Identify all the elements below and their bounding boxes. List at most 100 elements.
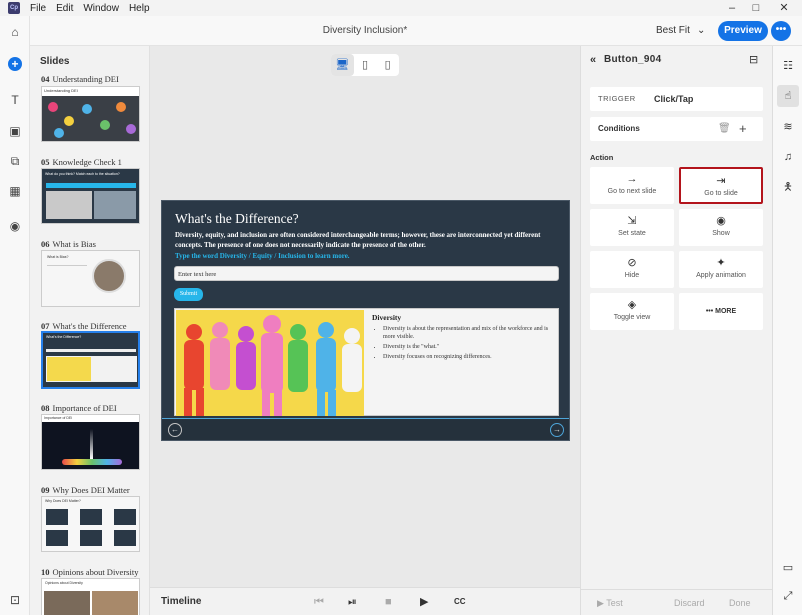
- next-slide-button[interactable]: →: [550, 423, 564, 437]
- conditions-label: Conditions: [598, 124, 640, 133]
- add-icon[interactable]: +: [8, 57, 22, 71]
- header-bar: Diversity Inclusion* Best Fit ⌄ Preview …: [0, 16, 802, 46]
- list-item: Diversity is the "what.": [383, 343, 553, 351]
- set-state-icon: ⇲: [627, 215, 637, 227]
- back-icon[interactable]: «: [590, 46, 596, 74]
- paper-people-figures: [176, 310, 364, 416]
- monitor-icon[interactable]: ⊟: [749, 46, 758, 74]
- trigger-row[interactable]: TRIGGER Click/Tap: [590, 87, 763, 111]
- action-go-to-next-slide[interactable]: → Go to next slide: [590, 167, 674, 204]
- action-toggle-view[interactable]: ◈ Toggle view: [590, 293, 674, 330]
- text-icon[interactable]: T: [0, 93, 30, 107]
- media-icon[interactable]: ▣: [0, 124, 30, 138]
- more-options-button[interactable]: •••: [771, 21, 791, 41]
- book-icon[interactable]: ⊡: [0, 593, 30, 607]
- action-set-state[interactable]: ⇲ Set state: [590, 209, 674, 246]
- zoom-select[interactable]: Best Fit: [656, 16, 690, 46]
- more-dots-icon: •••: [705, 308, 714, 315]
- menu-window[interactable]: Window: [83, 3, 119, 14]
- timeline-bar: Timeline ⏮ ⏯ ■ ▶ CC: [150, 587, 580, 615]
- slide-label-10: 10 Opinions about Diversity: [41, 567, 139, 577]
- eye-icon: ◉: [716, 215, 726, 227]
- document-title: Diversity Inclusion*: [322, 25, 408, 36]
- slide-thumb-09[interactable]: Why Does DEI Matter?: [41, 496, 140, 552]
- test-button[interactable]: ▶ Test: [597, 590, 623, 615]
- chevron-down-icon[interactable]: ⌄: [697, 16, 705, 46]
- slide-label-09: 09 Why Does DEI Matter: [41, 485, 130, 495]
- rewind-icon[interactable]: ⏮: [314, 588, 324, 615]
- list-item: Diversity is about the representation an…: [383, 325, 553, 341]
- conditions-row: Conditions 🗑 +: [590, 117, 763, 141]
- thumb-title: What's the Difference?: [46, 335, 82, 339]
- menu-file[interactable]: File: [30, 3, 46, 14]
- slide-thumb-05[interactable]: What do you think? Match each to the sit…: [41, 168, 140, 224]
- done-button[interactable]: Done: [729, 590, 751, 615]
- phone-view-icon[interactable]: ▯: [376, 54, 399, 76]
- action-go-to-slide[interactable]: ⇥ Go to slide: [679, 167, 763, 204]
- audio-icon[interactable]: ♫: [777, 146, 799, 168]
- thumb-title: Understanding DEI: [42, 87, 139, 95]
- thumb-title: Importance of DEI: [42, 415, 139, 422]
- submit-button[interactable]: Submit: [174, 288, 203, 301]
- properties-footer: ▶ Test Discard Done: [581, 589, 773, 615]
- timeline-label[interactable]: Timeline: [161, 588, 201, 615]
- panel-toggle-icon[interactable]: ▭: [777, 557, 799, 579]
- thumb-title: Why Does DEI Matter?: [45, 499, 81, 503]
- home-icon[interactable]: ⌂: [0, 25, 30, 39]
- slide-thumb-07[interactable]: What's the Difference?: [41, 331, 140, 389]
- step-play-icon[interactable]: ⏯: [348, 588, 357, 615]
- slide-thumb-04[interactable]: Understanding DEI: [41, 86, 140, 142]
- widgets-icon[interactable]: ▦: [0, 184, 30, 198]
- arrow-right-icon: →: [626, 173, 638, 185]
- menu-help[interactable]: Help: [129, 3, 150, 14]
- action-section-label: Action: [590, 153, 614, 162]
- card-bullet-list: Diversity is about the representation an…: [383, 325, 553, 363]
- current-slide[interactable]: What's the Difference? Diversity, equity…: [161, 200, 570, 441]
- slide-canvas: 🖥 ▯ ▯ What's the Difference? Diversity, …: [150, 46, 580, 587]
- closed-captions-icon[interactable]: CC: [454, 588, 466, 615]
- list-item: Diversity focuses on recognizing differe…: [383, 353, 553, 361]
- trigger-value: Click/Tap: [654, 94, 694, 104]
- prev-slide-button[interactable]: ←: [168, 423, 182, 437]
- slide-thumb-06[interactable]: What is Bias?: [41, 250, 140, 307]
- slide-thumb-10[interactable]: Opinions about Diversity: [41, 578, 140, 615]
- properties-icon[interactable]: ☷: [777, 55, 799, 77]
- object-name: Button_904: [604, 54, 662, 65]
- interaction-icon[interactable]: ⧉: [0, 154, 30, 169]
- action-apply-animation[interactable]: ✦ Apply animation: [679, 251, 763, 288]
- eye-off-icon: ⊘: [627, 257, 637, 269]
- slide-label-06: 06 What is Bias: [41, 239, 96, 249]
- accessibility-icon[interactable]: 🯅: [777, 176, 799, 198]
- action-hide[interactable]: ⊘ Hide: [590, 251, 674, 288]
- record-icon[interactable]: ◉: [0, 219, 30, 233]
- preview-button[interactable]: Preview: [718, 21, 768, 41]
- answer-text-input[interactable]: Enter text here: [174, 266, 559, 281]
- trash-icon[interactable]: 🗑: [718, 117, 731, 141]
- menu-bar: Cp File Edit Window Help – □ ✕: [0, 0, 802, 16]
- play-icon[interactable]: ▶: [420, 588, 428, 615]
- effects-icon[interactable]: ≋: [777, 116, 799, 138]
- card-heading: Diversity: [372, 313, 402, 322]
- tablet-view-icon[interactable]: ▯: [354, 54, 377, 76]
- stop-icon[interactable]: ■: [385, 588, 392, 615]
- slide-title: What's the Difference?: [175, 211, 299, 226]
- desktop-view-icon[interactable]: 🖥: [331, 54, 354, 76]
- thumb-title: Opinions about Diversity: [45, 581, 83, 585]
- menu-edit[interactable]: Edit: [56, 3, 73, 14]
- slide-instruction: Type the word Diversity / Equity / Inclu…: [175, 252, 350, 260]
- thumb-title: What do you think? Match each to the sit…: [45, 172, 120, 176]
- discard-button[interactable]: Discard: [674, 590, 705, 615]
- action-show[interactable]: ◉ Show: [679, 209, 763, 246]
- minimize-button[interactable]: –: [720, 0, 744, 16]
- properties-panel: « Button_904 ⊟ TRIGGER Click/Tap Conditi…: [580, 46, 773, 615]
- right-rail: ☷ ☝ ≋ ♫ 🯅 ▭ ⤢: [772, 46, 802, 615]
- slide-label-04: 04 Understanding DEI: [41, 74, 119, 84]
- interactions-icon[interactable]: ☝: [777, 85, 799, 107]
- slide-thumb-08[interactable]: Importance of DEI: [41, 414, 140, 470]
- add-condition-icon[interactable]: +: [739, 117, 747, 141]
- action-more[interactable]: ••• MORE: [679, 293, 763, 330]
- maximize-button[interactable]: □: [744, 0, 768, 16]
- close-window-button[interactable]: ✕: [772, 0, 796, 16]
- left-toolbar: ⌂ + T ▣ ⧉ ▦ ◉ ⊡: [0, 16, 30, 615]
- expand-icon[interactable]: ⤢: [777, 585, 799, 607]
